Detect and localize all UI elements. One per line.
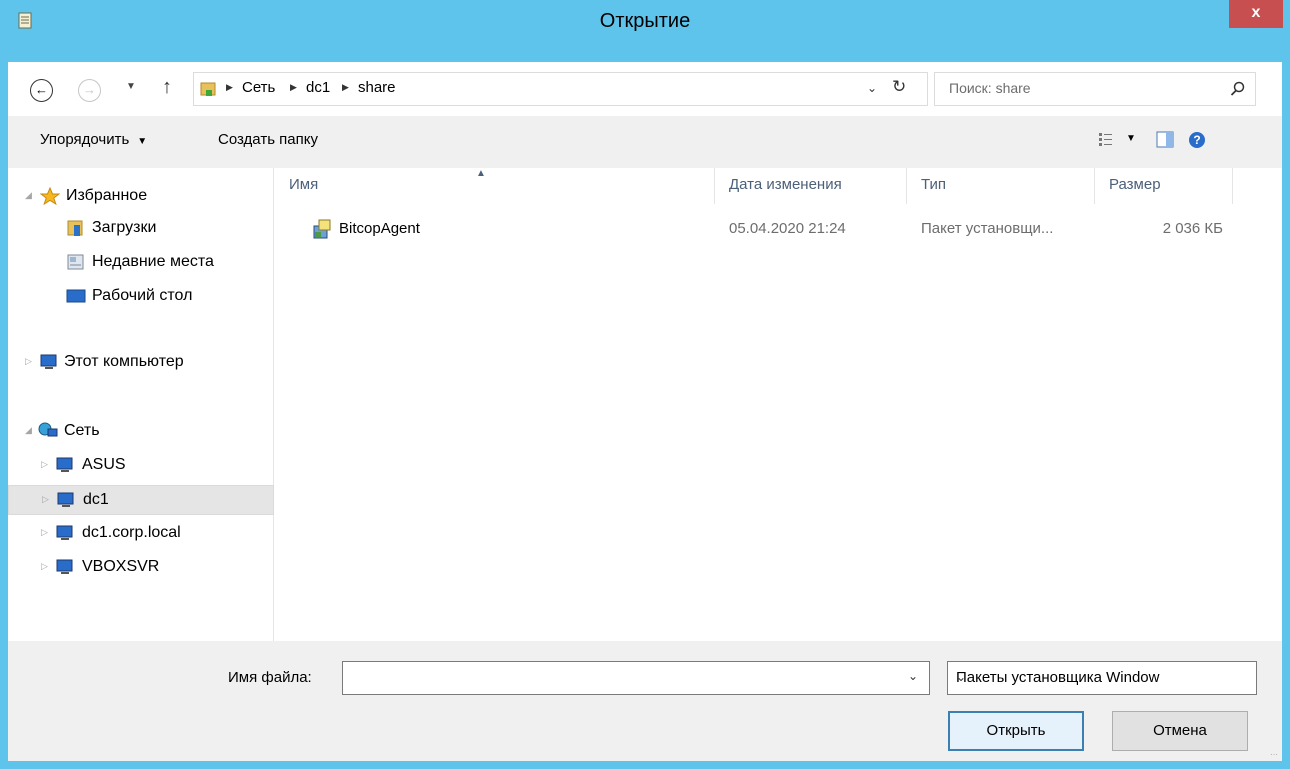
file-name: BitcopAgent — [339, 220, 420, 237]
nav-label-recent-places: Недавние места — [92, 253, 214, 270]
view-mode-icon[interactable] — [1098, 131, 1114, 147]
chevron-down-icon: ⌄ — [956, 670, 967, 684]
filename-history-dropdown[interactable]: ⌄ — [908, 669, 918, 683]
column-header-name[interactable]: Имя ▲ — [275, 168, 715, 204]
tree-expanded-icon[interactable]: ◢ — [25, 425, 32, 436]
nav-item-desktop[interactable]: Рабочий стол — [8, 282, 274, 312]
breadcrumb-dc1[interactable]: dc1 — [306, 79, 330, 96]
column-label-date: Дата изменения — [729, 176, 842, 193]
chevron-down-icon: ▼ — [137, 136, 148, 147]
breadcrumb-separator-icon: ▶ — [226, 82, 233, 92]
nav-item-favorites[interactable]: ◢ Избранное — [8, 182, 274, 212]
filename-label: Имя файла: — [228, 669, 312, 686]
file-date: 05.04.2020 21:24 — [729, 220, 846, 237]
nav-item-host-asus[interactable]: ▷ ASUS — [8, 451, 274, 481]
organize-button[interactable]: Упорядочить ▼ — [40, 131, 147, 148]
column-header-size[interactable]: Размер — [1095, 168, 1233, 204]
file-size: 2 036 КБ — [1162, 220, 1223, 237]
view-options-dropdown-icon[interactable]: ▼ — [1126, 133, 1136, 144]
nav-label-downloads: Загрузки — [92, 219, 157, 236]
column-label-type: Тип — [921, 176, 947, 193]
title-bar: Открытие x — [0, 0, 1290, 62]
nav-label-desktop: Рабочий стол — [92, 287, 193, 304]
open-file-dialog: Открытие x ← → ▼ ↑ ▶ Сеть ▶ dc1 ▶ share … — [0, 0, 1290, 769]
address-row: ← → ▼ ↑ ▶ Сеть ▶ dc1 ▶ share ⌄ ↻ Поиск: … — [8, 62, 1282, 116]
dialog-footer: Имя файла: ⌄ Пакеты установщика Window ⌄… — [8, 641, 1282, 761]
search-placeholder: Поиск: share — [949, 80, 1031, 96]
help-icon[interactable]: ? — [1188, 131, 1206, 149]
nav-label-this-pc: Этот компьютер — [64, 353, 184, 370]
nav-item-host-dc1[interactable]: ▷ dc1 — [8, 485, 274, 515]
installer-package-icon — [313, 219, 331, 239]
recent-locations-dropdown[interactable]: ▼ — [126, 81, 136, 92]
tree-collapsed-icon[interactable]: ▷ — [41, 459, 48, 470]
downloads-folder-icon — [67, 220, 83, 236]
nav-item-host-dc1-corp-local[interactable]: ▷ dc1.corp.local — [8, 519, 274, 549]
main-area: ◢ Избранное Загрузки Недавние места Рабо… — [8, 168, 1282, 641]
file-row[interactable]: BitcopAgent 05.04.2020 21:24 Пакет устан… — [275, 214, 1235, 244]
nav-label-host: dc1.corp.local — [82, 524, 181, 541]
cancel-button[interactable]: Отмена — [1112, 711, 1248, 751]
forward-button[interactable]: → — [78, 79, 101, 102]
search-icon[interactable] — [1229, 80, 1247, 98]
nav-item-network[interactable]: ◢ Сеть — [8, 417, 274, 447]
column-label-size: Размер — [1109, 176, 1161, 193]
breadcrumb-share[interactable]: share — [358, 79, 396, 96]
sort-ascending-icon: ▲ — [476, 168, 486, 179]
address-history-dropdown[interactable]: ⌄ — [867, 81, 877, 95]
up-button[interactable]: ↑ — [162, 76, 172, 99]
tree-collapsed-icon[interactable]: ▷ — [41, 527, 48, 538]
command-bar: Упорядочить ▼ Создать папку ▼ ? — [8, 116, 1282, 168]
breadcrumb-separator-icon: ▶ — [290, 82, 297, 92]
computer-icon — [56, 457, 73, 472]
navigation-pane: ◢ Избранное Загрузки Недавние места Рабо… — [8, 168, 274, 641]
star-icon — [40, 187, 60, 205]
address-bar[interactable]: ▶ Сеть ▶ dc1 ▶ share ⌄ ↻ — [193, 72, 928, 106]
breadcrumb-separator-icon: ▶ — [342, 82, 349, 92]
organize-label: Упорядочить — [40, 131, 130, 148]
search-input[interactable]: Поиск: share — [934, 72, 1256, 106]
tree-collapsed-icon[interactable]: ▷ — [42, 494, 49, 505]
computer-icon — [57, 492, 74, 507]
computer-icon — [56, 559, 73, 574]
back-button[interactable]: ← — [30, 79, 53, 102]
nav-item-recent-places[interactable]: Недавние места — [8, 248, 274, 278]
dialog-title: Открытие — [599, 10, 691, 32]
nav-item-downloads[interactable]: Загрузки — [8, 214, 274, 244]
new-folder-button[interactable]: Создать папку — [218, 131, 318, 148]
nav-label-favorites: Избранное — [66, 187, 148, 204]
file-type: Пакет установщи... — [921, 220, 1054, 237]
open-button[interactable]: Открыть — [948, 711, 1084, 751]
recent-places-icon — [67, 254, 84, 270]
desktop-icon — [66, 289, 86, 303]
computer-icon — [56, 525, 73, 540]
computer-icon — [40, 354, 57, 369]
resize-grip-icon[interactable]: ⋯ — [1270, 750, 1278, 759]
close-button[interactable]: x — [1229, 0, 1283, 28]
nav-label-host: dc1 — [83, 491, 109, 508]
tree-expanded-icon[interactable]: ◢ — [25, 190, 32, 201]
column-header-date[interactable]: Дата изменения — [715, 168, 907, 204]
file-type-filter-select[interactable]: Пакеты установщика Window ⌄ — [947, 661, 1257, 695]
nav-item-host-vboxsvr[interactable]: ▷ VBOXSVR — [8, 553, 274, 583]
column-header-type[interactable]: Тип — [907, 168, 1095, 204]
breadcrumb-network[interactable]: Сеть — [242, 79, 275, 96]
nav-label-network: Сеть — [64, 422, 100, 439]
filename-field[interactable] — [342, 661, 930, 695]
tree-collapsed-icon[interactable]: ▷ — [41, 561, 48, 572]
network-icon — [38, 422, 58, 437]
tree-collapsed-icon[interactable]: ▷ — [25, 356, 32, 367]
nav-item-this-pc[interactable]: ▷ Этот компьютер — [8, 348, 274, 378]
dialog-body: ← → ▼ ↑ ▶ Сеть ▶ dc1 ▶ share ⌄ ↻ Поиск: … — [8, 62, 1282, 761]
column-label-name: Имя — [289, 176, 319, 193]
refresh-icon[interactable]: ↻ — [892, 77, 906, 97]
network-folder-icon — [200, 82, 216, 96]
file-list: Имя ▲ Дата изменения Тип Размер BitcopAg… — [275, 168, 1282, 641]
svg-text:?: ? — [1193, 133, 1200, 147]
nav-label-host: ASUS — [82, 456, 126, 473]
nav-label-host: VBOXSVR — [82, 558, 160, 575]
preview-pane-icon[interactable] — [1156, 131, 1174, 148]
